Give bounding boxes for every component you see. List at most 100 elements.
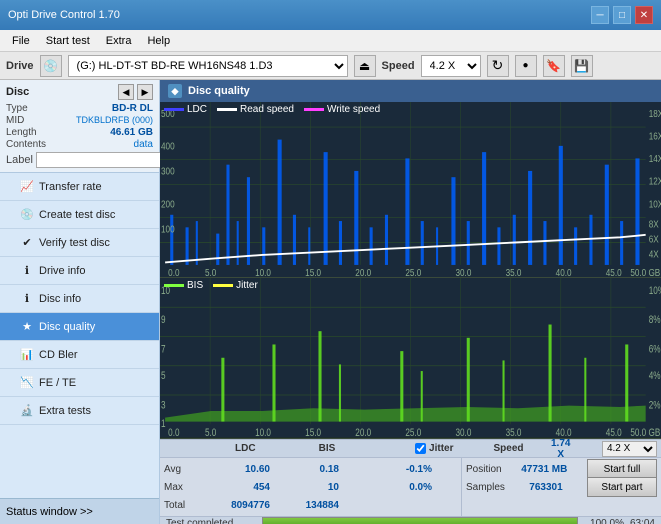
total-bis: 134884 bbox=[274, 500, 339, 511]
svg-text:40.0: 40.0 bbox=[556, 428, 572, 438]
svg-text:25.0: 25.0 bbox=[405, 267, 421, 277]
disc-label-key: Label bbox=[6, 154, 33, 166]
legend-jitter: Jitter bbox=[213, 280, 258, 291]
disc-label-row: Label 🔑 bbox=[6, 152, 153, 168]
refresh-button[interactable]: ↻ bbox=[487, 55, 509, 77]
svg-text:5: 5 bbox=[161, 371, 166, 383]
svg-text:7: 7 bbox=[161, 344, 166, 356]
svg-text:9: 9 bbox=[161, 315, 166, 327]
svg-text:50.0 GB: 50.0 GB bbox=[630, 428, 660, 438]
status-window[interactable]: Status window >> bbox=[0, 498, 159, 524]
menu-extra[interactable]: Extra bbox=[98, 33, 140, 49]
svg-text:50.0 GB: 50.0 GB bbox=[630, 267, 660, 277]
sidebar-item-create-test-disc[interactable]: 💿 Create test disc bbox=[0, 201, 159, 229]
extra-tests-icon: 🔬 bbox=[20, 404, 34, 418]
minimize-button[interactable]: ─ bbox=[591, 6, 609, 24]
samples-value: 763301 bbox=[529, 482, 562, 493]
avg-label: Avg bbox=[164, 464, 196, 475]
svg-text:4%: 4% bbox=[649, 371, 661, 383]
disc-length-row: Length 46.61 GB bbox=[6, 127, 153, 138]
bookmark-button[interactable]: 🔖 bbox=[543, 55, 565, 77]
svg-text:10.0: 10.0 bbox=[255, 267, 271, 277]
svg-text:200: 200 bbox=[161, 199, 175, 210]
disc-button[interactable]: ● bbox=[515, 55, 537, 77]
menu-help[interactable]: Help bbox=[139, 33, 178, 49]
stats-right-panel: Position 47731 MB Start full Samples 763… bbox=[461, 458, 661, 516]
main-area: Disc ◀ ▶ Type BD-R DL MID TDKBLDRFB (000… bbox=[0, 80, 661, 524]
disc-arrow-right[interactable]: ▶ bbox=[137, 84, 153, 100]
jitter-checkbox[interactable] bbox=[415, 443, 426, 454]
create-test-disc-icon: 💿 bbox=[20, 208, 34, 222]
stats-header-speed-value: 1.74 X bbox=[548, 438, 574, 460]
stats-speed-select[interactable]: 4.2 X bbox=[602, 441, 657, 457]
svg-text:25.0: 25.0 bbox=[405, 428, 421, 438]
svg-text:6%: 6% bbox=[649, 344, 661, 356]
stats-avg-row: Avg 10.60 0.18 -0.1% bbox=[164, 460, 457, 478]
stats-left-panel: Avg 10.60 0.18 -0.1% Max 454 10 0.0% bbox=[160, 458, 461, 516]
disc-arrow-left[interactable]: ◀ bbox=[118, 84, 134, 100]
stats-header-jitter: Jitter bbox=[429, 443, 453, 454]
nav-disc-quality-label: Disc quality bbox=[39, 321, 95, 333]
svg-text:0.0: 0.0 bbox=[168, 267, 179, 277]
svg-text:35.0: 35.0 bbox=[506, 267, 522, 277]
status-completed-text: Test completed bbox=[166, 518, 256, 524]
svg-text:30.0: 30.0 bbox=[455, 267, 471, 277]
sidebar-item-fe-te[interactable]: 📉 FE / TE bbox=[0, 369, 159, 397]
svg-text:35.0: 35.0 bbox=[506, 428, 522, 438]
save-button[interactable]: 💾 bbox=[571, 55, 593, 77]
max-jitter: 0.0% bbox=[367, 482, 432, 493]
menu-file[interactable]: File bbox=[4, 33, 38, 49]
disc-contents-row: Contents data bbox=[6, 139, 153, 150]
position-value: 47731 MB bbox=[521, 464, 567, 475]
svg-text:30.0: 30.0 bbox=[455, 428, 471, 438]
sidebar-item-disc-info[interactable]: ℹ Disc info bbox=[0, 285, 159, 313]
start-part-button[interactable]: Start part bbox=[587, 477, 657, 497]
sidebar-item-disc-quality[interactable]: ★ Disc quality bbox=[0, 313, 159, 341]
nav-cd-bler-label: CD Bler bbox=[39, 349, 78, 361]
legend-write-speed-label: Write speed bbox=[327, 104, 380, 115]
svg-text:100: 100 bbox=[161, 224, 175, 235]
legend-read-speed-label: Read speed bbox=[240, 104, 294, 115]
svg-text:300: 300 bbox=[161, 166, 175, 177]
stats-data: Avg 10.60 0.18 -0.1% Max 454 10 0.0% bbox=[160, 458, 661, 516]
sidebar-item-drive-info[interactable]: ℹ Drive info bbox=[0, 257, 159, 285]
menu-start-test[interactable]: Start test bbox=[38, 33, 98, 49]
svg-text:12X: 12X bbox=[649, 176, 661, 187]
app-title: Opti Drive Control 1.70 bbox=[8, 9, 120, 21]
legend-ldc: LDC bbox=[164, 104, 207, 115]
start-full-button[interactable]: Start full bbox=[587, 459, 657, 479]
speed-select[interactable]: 4.2 X bbox=[421, 55, 481, 77]
max-ldc: 454 bbox=[200, 482, 270, 493]
charts-area: LDC Read speed Write speed bbox=[160, 102, 661, 439]
samples-row: Samples 763301 Start part bbox=[466, 478, 657, 496]
sidebar: Disc ◀ ▶ Type BD-R DL MID TDKBLDRFB (000… bbox=[0, 80, 160, 524]
drive-select[interactable]: (G:) HL-DT-ST BD-RE WH16NS48 1.D3 bbox=[68, 55, 348, 77]
sidebar-item-verify-test-disc[interactable]: ✔ Verify test disc bbox=[0, 229, 159, 257]
sidebar-item-transfer-rate[interactable]: 📈 Transfer rate bbox=[0, 173, 159, 201]
nav-fe-te-label: FE / TE bbox=[39, 377, 76, 389]
bottom-chart-svg: 10 9 7 5 3 1 10% 8% 6% 4% 2% 0.0 5.0 10.… bbox=[160, 278, 661, 438]
svg-text:10%: 10% bbox=[649, 285, 661, 297]
svg-text:14X: 14X bbox=[649, 153, 661, 164]
progress-area: Test completed 100.0% 63:04 bbox=[160, 516, 661, 524]
sidebar-item-cd-bler[interactable]: 📊 CD Bler bbox=[0, 341, 159, 369]
sidebar-item-extra-tests[interactable]: 🔬 Extra tests bbox=[0, 397, 159, 425]
menu-bar: File Start test Extra Help bbox=[0, 30, 661, 52]
drive-icon: 💿 bbox=[40, 55, 62, 77]
disc-type-label: Type bbox=[6, 103, 28, 114]
maximize-button[interactable]: □ bbox=[613, 6, 631, 24]
position-row: Position 47731 MB Start full bbox=[466, 460, 657, 478]
samples-label: Samples bbox=[466, 482, 505, 493]
total-ldc: 8094776 bbox=[200, 500, 270, 511]
progress-bar-fill bbox=[263, 518, 577, 524]
eject-button[interactable]: ⏏ bbox=[354, 55, 376, 77]
svg-text:10X: 10X bbox=[649, 199, 661, 210]
stats-total-row: Total 8094776 134884 bbox=[164, 496, 457, 514]
close-button[interactable]: ✕ bbox=[635, 6, 653, 24]
nav-drive-info-label: Drive info bbox=[39, 265, 85, 277]
disc-contents-label: Contents bbox=[6, 139, 46, 150]
svg-text:6X: 6X bbox=[649, 234, 659, 245]
disc-label-input[interactable] bbox=[36, 152, 174, 168]
disc-length-label: Length bbox=[6, 127, 37, 138]
legend-write-speed: Write speed bbox=[304, 104, 380, 115]
